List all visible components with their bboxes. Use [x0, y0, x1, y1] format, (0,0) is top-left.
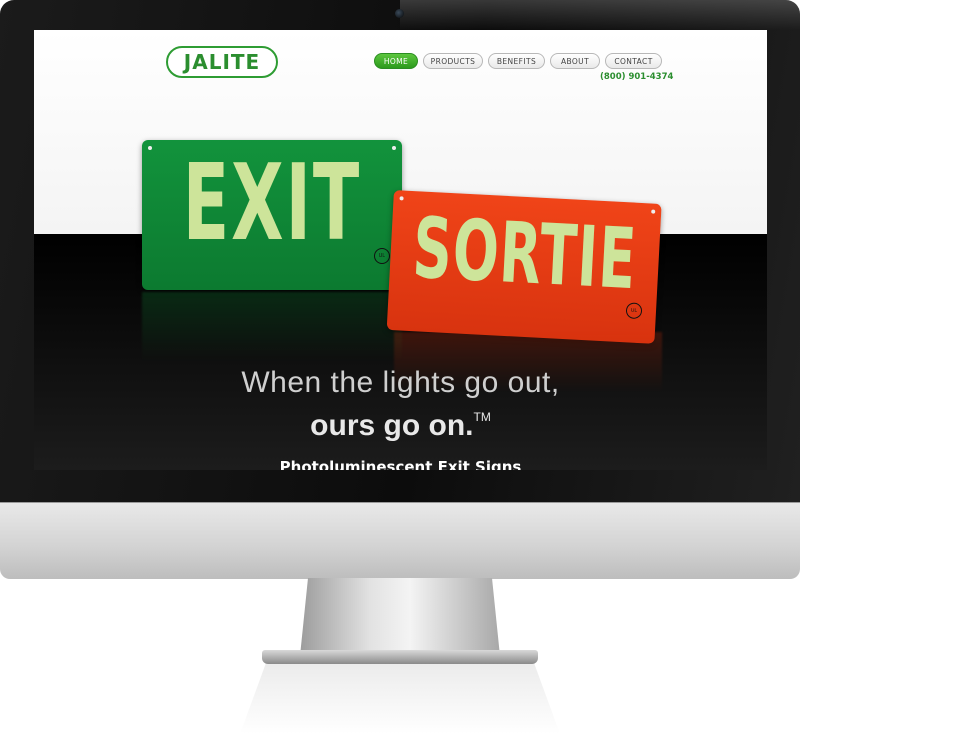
nav-home-button[interactable]: HOME: [374, 53, 418, 69]
nav-contact-button[interactable]: CONTACT: [605, 53, 662, 69]
ul-certification-icon: UL: [374, 248, 390, 264]
webcam-icon: [395, 9, 404, 18]
ul-certification-icon: UL: [625, 302, 643, 320]
nav-products-button[interactable]: PRODUCTS: [423, 53, 483, 69]
sortie-sign-image: SORTIE UL: [386, 190, 662, 344]
tagline-line-2-text: ours go on.: [310, 409, 474, 442]
sortie-sign-text: SORTIE: [410, 199, 640, 309]
monitor-screen: JALITE HOME PRODUCTS BENEFITS ABOUT CONT…: [34, 30, 767, 470]
nav-about-button[interactable]: ABOUT: [550, 53, 600, 69]
base-reflection: [240, 664, 560, 734]
tagline-line-2: ours go on.TM: [34, 400, 767, 443]
phone-number-link[interactable]: (800) 901-4374: [600, 72, 673, 82]
trademark-mark: TM: [473, 410, 491, 424]
exit-sign-text: EXIT: [182, 143, 362, 266]
nav-benefits-button[interactable]: BENEFITS: [488, 53, 545, 69]
hero-tagline: When the lights go out, ours go on.TM: [34, 366, 767, 443]
monitor-base: [262, 650, 538, 664]
site-logo[interactable]: JALITE: [166, 46, 278, 78]
exit-sign-image: EXIT UL: [142, 140, 402, 290]
monitor-chin: [0, 502, 800, 579]
bezel-sheen: [400, 0, 800, 30]
monitor-stand: [300, 578, 500, 656]
main-nav: HOME PRODUCTS BENEFITS ABOUT CONTACT: [374, 53, 662, 69]
exit-sign-reflection: [142, 292, 402, 362]
logo-text: JALITE: [183, 50, 261, 74]
section-subheading: Photoluminescent Exit Signs: [279, 458, 522, 470]
tagline-line-1: When the lights go out,: [241, 366, 560, 399]
